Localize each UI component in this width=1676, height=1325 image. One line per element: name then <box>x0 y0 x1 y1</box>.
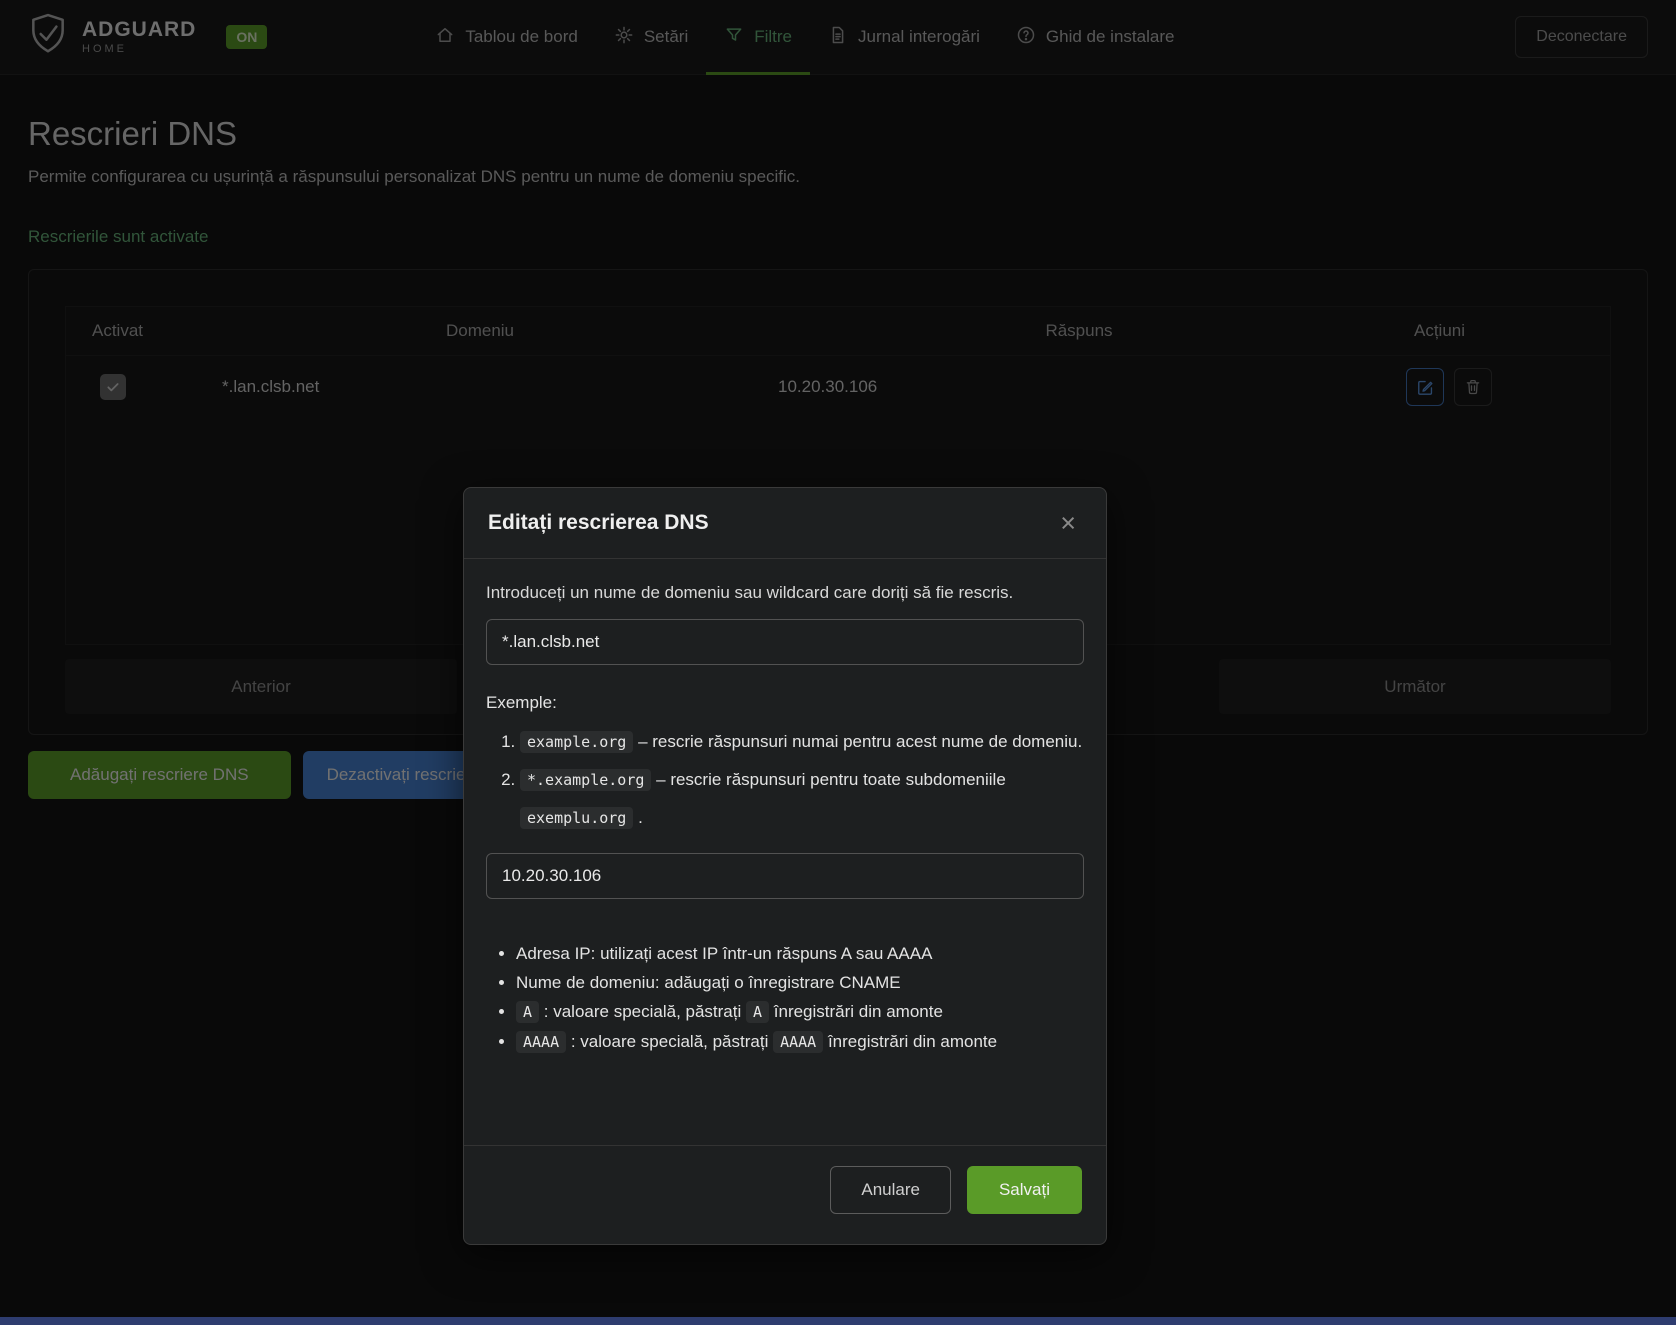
notes-list: Adresa IP: utilizați acest IP într-un ră… <box>486 939 1084 1057</box>
example-code: exemplu.org <box>520 807 633 829</box>
modal-footer: Anulare Salvați <box>464 1145 1106 1244</box>
note-code: AAAA <box>516 1031 566 1053</box>
note-item: Nume de domeniu: adăugați o înregistrare… <box>516 968 1084 997</box>
answer-input[interactable] <box>486 853 1084 899</box>
note-code: A <box>516 1001 539 1023</box>
examples-label: Exemple: <box>486 693 1084 713</box>
example-code: *.example.org <box>520 769 651 791</box>
bottom-strip <box>0 1317 1676 1325</box>
example-code: example.org <box>520 731 633 753</box>
example-item: example.org – rescrie răspunsuri numai p… <box>520 723 1084 761</box>
save-button[interactable]: Salvați <box>967 1166 1082 1214</box>
note-code: A <box>746 1001 769 1023</box>
examples-list: example.org – rescrie răspunsuri numai p… <box>486 723 1084 837</box>
modal-description: Introduceți un nume de domeniu sau wildc… <box>486 583 1084 603</box>
note-item: A : valoare specială, păstrați A înregis… <box>516 997 1084 1027</box>
modal-header: Editați rescrierea DNS × <box>464 488 1106 559</box>
close-icon[interactable]: × <box>1054 512 1082 534</box>
note-code: AAAA <box>773 1031 823 1053</box>
cancel-button[interactable]: Anulare <box>830 1166 951 1214</box>
edit-rewrite-modal: Editați rescrierea DNS × Introduceți un … <box>463 487 1107 1245</box>
note-item: AAAA : valoare specială, păstrați AAAA î… <box>516 1027 1084 1057</box>
modal-body: Introduceți un nume de domeniu sau wildc… <box>464 559 1106 1145</box>
domain-input[interactable] <box>486 619 1084 665</box>
note-item: Adresa IP: utilizați acest IP într-un ră… <box>516 939 1084 968</box>
example-item: *.example.org – rescrie răspunsuri pentr… <box>520 761 1084 837</box>
modal-title: Editați rescrierea DNS <box>488 511 709 535</box>
